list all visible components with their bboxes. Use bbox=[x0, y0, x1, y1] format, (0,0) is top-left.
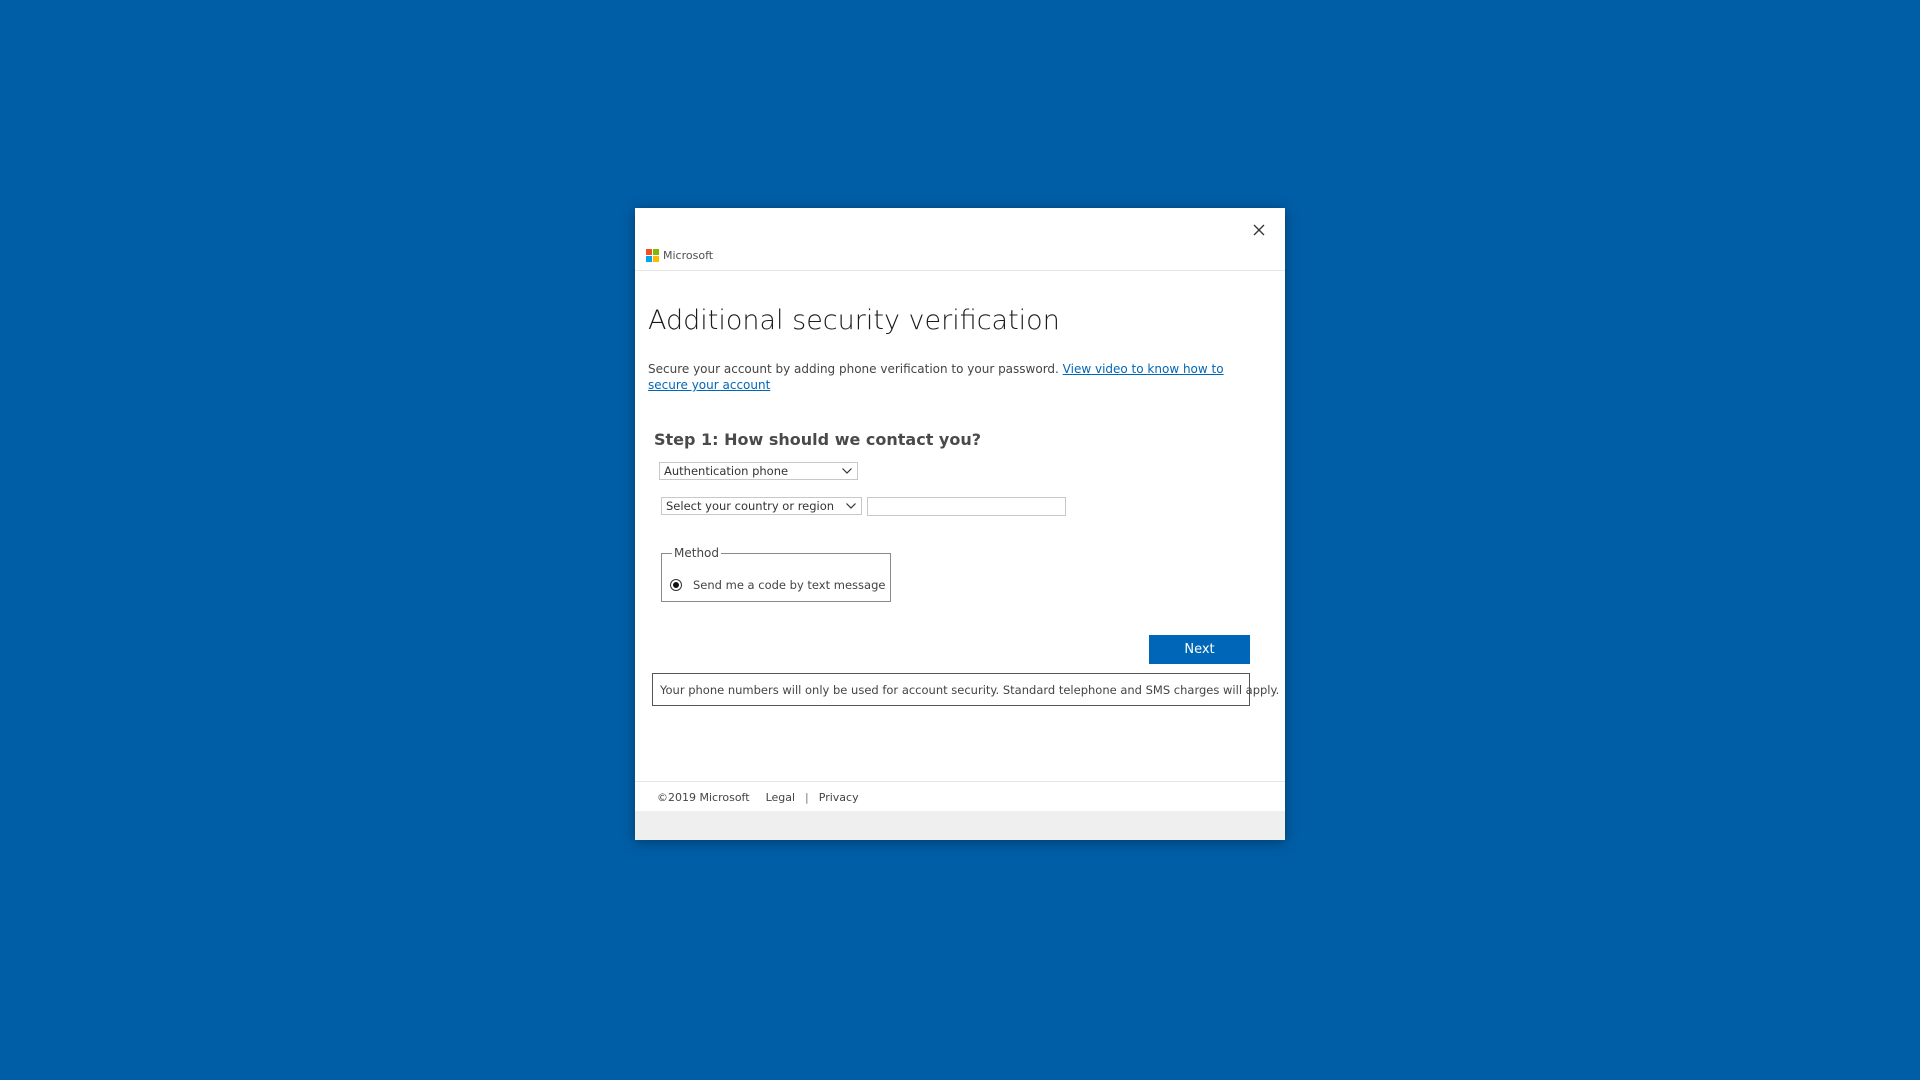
method-legend: Method bbox=[674, 546, 720, 560]
intro-text: Secure your account by adding phone veri… bbox=[648, 361, 1258, 393]
phone-number-input[interactable] bbox=[867, 497, 1066, 516]
step-title: Step 1: How should we contact you? bbox=[654, 430, 981, 449]
chevron-down-icon bbox=[846, 503, 856, 509]
text-message-option[interactable]: Send me a code by text message bbox=[670, 578, 885, 592]
contact-method-select[interactable]: Authentication phone bbox=[659, 462, 858, 480]
dialog-footer: ©2019 Microsoft Legal | Privacy bbox=[635, 781, 1285, 812]
main-content: Additional security verification Secure … bbox=[648, 304, 1258, 393]
contact-method-value: Authentication phone bbox=[664, 464, 789, 478]
security-dialog: Microsoft Additional security verificati… bbox=[635, 208, 1285, 840]
method-fieldset: Method Send me a code by text message bbox=[661, 546, 891, 602]
chevron-down-icon bbox=[842, 468, 852, 474]
microsoft-brand: Microsoft bbox=[646, 249, 713, 262]
legal-link[interactable]: Legal bbox=[766, 791, 795, 804]
microsoft-logo-icon bbox=[646, 249, 659, 262]
dialog-header: Microsoft bbox=[635, 208, 1285, 271]
country-select[interactable]: Select your country or region bbox=[661, 497, 862, 515]
intro-description: Secure your account by adding phone veri… bbox=[648, 362, 1063, 376]
country-value: Select your country or region bbox=[666, 499, 835, 513]
copyright-text: ©2019 Microsoft bbox=[657, 791, 750, 804]
footer-separator: | bbox=[805, 791, 809, 804]
privacy-link[interactable]: Privacy bbox=[819, 791, 859, 804]
page-title: Additional security verification bbox=[648, 305, 1060, 336]
next-button[interactable]: Next bbox=[1149, 635, 1250, 664]
text-message-label: Send me a code by text message bbox=[693, 578, 886, 592]
bottom-bar bbox=[635, 811, 1285, 840]
radio-selected-dot bbox=[673, 582, 679, 588]
brand-name: Microsoft bbox=[663, 249, 714, 262]
privacy-notice: Your phone numbers will only be used for… bbox=[652, 673, 1279, 706]
text-message-radio[interactable] bbox=[670, 579, 682, 591]
